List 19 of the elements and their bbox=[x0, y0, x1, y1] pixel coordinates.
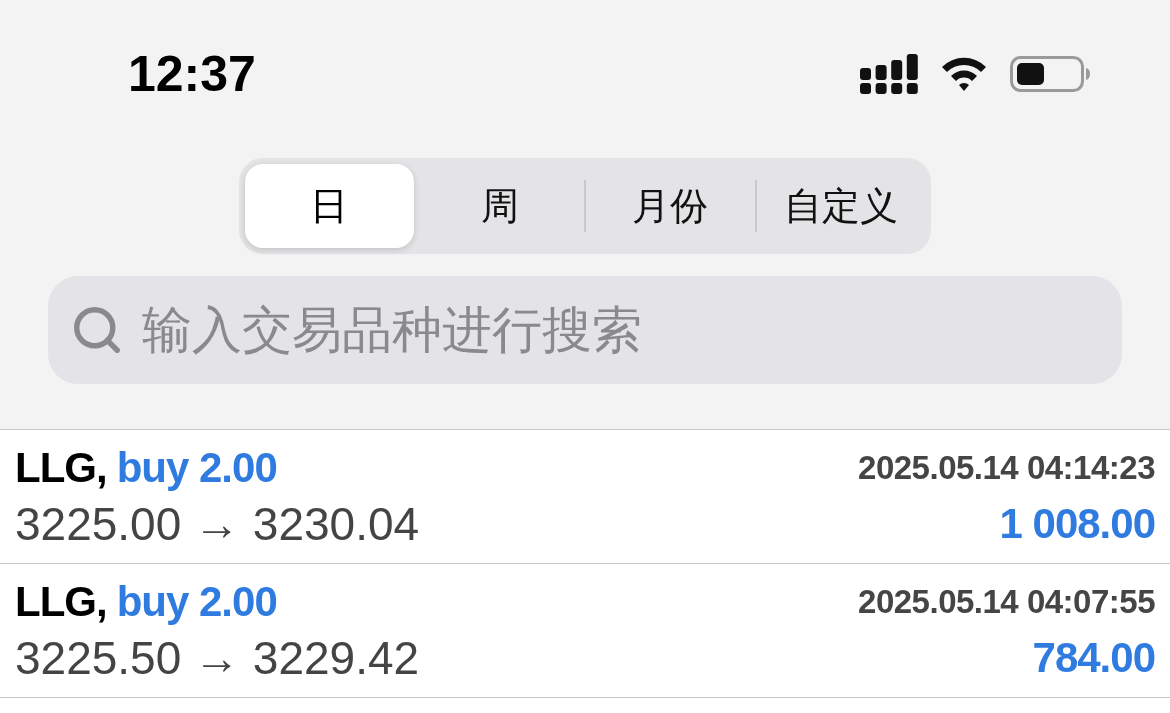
trade-time: 2025.05.14 04:07:55 bbox=[858, 585, 1155, 618]
period-tab[interactable]: 日 bbox=[245, 164, 414, 248]
battery-icon bbox=[1010, 56, 1090, 92]
trade-side: buy 2.00 bbox=[116, 580, 277, 623]
wifi-icon bbox=[940, 56, 988, 92]
trade-prices: 3225.00 → 3230.04 bbox=[15, 500, 420, 547]
trade-symbol: LLG, bbox=[15, 446, 107, 489]
search-field[interactable]: 输入交易品种进行搜索 bbox=[48, 276, 1122, 384]
trade-profit: 784.00 bbox=[1032, 636, 1155, 679]
period-tab[interactable]: 月份 bbox=[586, 164, 755, 248]
trade-prices: 3225.50 → 3229.42 bbox=[15, 634, 420, 681]
status-time: 12:37 bbox=[128, 49, 256, 99]
trade-side: buy 2.00 bbox=[116, 446, 277, 489]
trade-profit: 1 008.00 bbox=[999, 502, 1155, 545]
trade-symbol: LLG, bbox=[15, 580, 107, 623]
signal-icon bbox=[860, 54, 918, 94]
period-tab[interactable]: 自定义 bbox=[756, 164, 925, 248]
period-tab[interactable]: 周 bbox=[415, 164, 584, 248]
trade-time: 2025.05.14 04:14:23 bbox=[858, 451, 1155, 484]
